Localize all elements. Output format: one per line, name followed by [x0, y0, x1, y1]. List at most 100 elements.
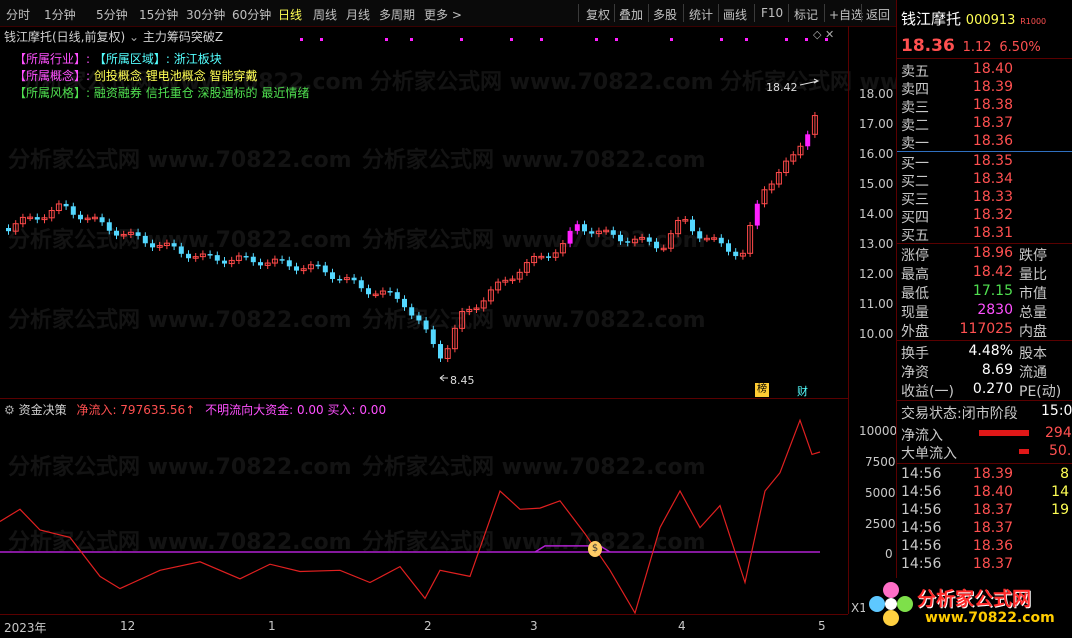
- candle-body: [582, 224, 587, 232]
- logo-text: 分析家公式网: [917, 588, 1032, 610]
- candle-body: [322, 265, 328, 273]
- adjust-button[interactable]: 复权: [586, 6, 610, 23]
- add-watchlist-button[interactable]: +自选: [829, 6, 863, 23]
- candle-body: [114, 230, 119, 236]
- draw-line-button[interactable]: 画线: [723, 6, 747, 23]
- time-axis: 2023年 12 1 2 3 4 5: [0, 614, 848, 638]
- tab-more[interactable]: 更多 >: [424, 6, 462, 23]
- finance-badge[interactable]: 财: [797, 383, 808, 399]
- candle-body: [150, 243, 155, 248]
- candlestick-chart-panel[interactable]: 分析家公式网 www.70822.com 分析家公式网 www.70822.co…: [0, 26, 1064, 399]
- price-change-pct: 6.50%: [999, 40, 1041, 55]
- stat-row: 换手 4.48% 股本: [901, 343, 1047, 362]
- status-time: 15:00: [1041, 403, 1072, 419]
- candle-body: [546, 256, 551, 258]
- price-summary: 18.36 1.12 6.50%: [901, 36, 1041, 56]
- fund-decision-panel[interactable]: ⚙ 资金决策 净流入: 797635.56↑ 不明流向大资金: 0.00 买入:…: [0, 399, 848, 614]
- candle-body: [726, 243, 731, 252]
- x-tick: 2: [424, 619, 432, 633]
- tick-row: 14:56 18.36: [901, 538, 1013, 554]
- candle-body: [402, 298, 407, 308]
- signal-dot: [720, 38, 723, 41]
- tab-weekly[interactable]: 周线: [313, 6, 337, 23]
- candle-body: [387, 291, 393, 293]
- candle-body: [330, 272, 335, 279]
- candle-body: [250, 256, 256, 263]
- price-axis: 18.00 17.00 16.00 15.00 14.00 13.00 12.0…: [848, 26, 897, 615]
- candle-body: [394, 292, 400, 299]
- tab-15min[interactable]: 15分钟: [139, 6, 178, 23]
- money-bag-icon[interactable]: $: [588, 541, 602, 557]
- candle-body: [135, 232, 141, 236]
- quote-panel: 钱江摩托 000913 R1000 18.36 1.12 6.50% 卖五 18.…: [865, 0, 1072, 637]
- tab-5min[interactable]: 5分钟: [96, 6, 128, 23]
- candle-body: [222, 260, 227, 264]
- price-tick: 11.00: [859, 297, 894, 311]
- candle-body: [178, 246, 184, 254]
- stat-row: 现量 2830 总量: [901, 302, 1047, 321]
- back-button[interactable]: 返回: [866, 6, 890, 23]
- tick-row: 14:56 18.37: [901, 556, 1013, 572]
- flow-tick: 2500: [865, 517, 896, 531]
- sell-level: 卖一 18.36: [901, 133, 1013, 152]
- stat-row: 外盘 117025 内盘: [901, 321, 1047, 340]
- multi-stock-button[interactable]: 多股: [653, 6, 677, 23]
- signal-dot: [540, 38, 543, 41]
- tab-intraday[interactable]: 分时: [6, 6, 30, 23]
- signal-dot: [460, 38, 463, 41]
- candle-body: [171, 243, 177, 247]
- candle-body: [416, 315, 422, 321]
- price-tick: 10.00: [859, 327, 894, 341]
- tick-row: 14:56 18.39 8: [901, 466, 1069, 482]
- candle-body: [258, 262, 263, 266]
- candle-body: [99, 217, 105, 223]
- candle-body: [70, 206, 76, 215]
- overlay-button[interactable]: 叠加: [619, 6, 643, 23]
- candle-body: [610, 230, 616, 235]
- price-tick: 13.00: [859, 237, 894, 251]
- signal-dot: [320, 38, 323, 41]
- quote-header: 钱江摩托 000913 R1000: [901, 8, 1046, 29]
- tab-60min[interactable]: 60分钟: [232, 6, 271, 23]
- candle-body: [654, 241, 659, 249]
- last-price: 18.36: [901, 36, 955, 56]
- stock-code: 000913: [965, 13, 1016, 28]
- price-tick: 18.00: [859, 87, 894, 101]
- mark-button[interactable]: 标记: [794, 6, 818, 23]
- high-arrow: [799, 78, 820, 86]
- candle-body: [690, 219, 695, 232]
- x-tick: 3: [530, 619, 538, 633]
- candle-body: [34, 217, 40, 220]
- stats-button[interactable]: 统计: [689, 6, 713, 23]
- signal-dot: [595, 38, 598, 41]
- tab-multi-period[interactable]: 多周期: [379, 6, 415, 23]
- netflow-label: 净流入: [901, 428, 943, 444]
- x-tick: 2023年: [4, 621, 47, 635]
- net-inflow-path: [0, 418, 821, 614]
- candle-body: [106, 222, 112, 231]
- buy-level: 买三 18.33: [901, 189, 1013, 208]
- signal-dot: [785, 38, 788, 41]
- tab-daily[interactable]: 日线: [278, 6, 302, 23]
- f10-button[interactable]: F10: [761, 6, 783, 20]
- tab-monthly[interactable]: 月线: [346, 6, 370, 23]
- flower-logo-icon: [869, 582, 913, 626]
- tab-30min[interactable]: 30分钟: [186, 6, 225, 23]
- tab-1min[interactable]: 1分钟: [44, 6, 76, 23]
- candle-body: [805, 134, 811, 147]
- stat-row: 最高 18.42 量比: [901, 264, 1047, 283]
- x-tick: 12: [120, 619, 136, 633]
- ranking-badge[interactable]: 榜: [755, 383, 769, 397]
- candle-body: [6, 228, 11, 232]
- sell-level: 卖四 18.39: [901, 79, 1013, 98]
- stat-row: 收益(一) 0.270 PE(动): [901, 381, 1062, 400]
- buy-level: 买一 18.35: [901, 153, 1013, 172]
- price-tick: 15.00: [859, 177, 894, 191]
- signal-dot: [805, 38, 808, 41]
- price-change: 1.12: [962, 40, 992, 55]
- candle-body: [63, 203, 69, 207]
- candle-body: [589, 231, 595, 234]
- tick-row: 14:56 18.37 19: [901, 502, 1069, 518]
- candle-body: [142, 235, 148, 244]
- candle-body: [207, 254, 213, 256]
